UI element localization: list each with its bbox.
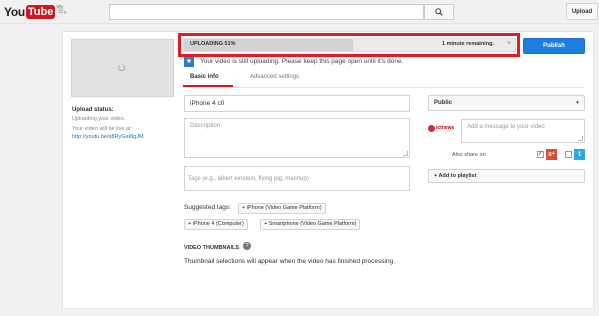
thumbnails-heading: VIDEO THUMBNAILS [184,245,239,251]
google-plus-icon: g+ [546,149,557,160]
publish-button[interactable]: Publish [523,38,585,54]
also-share-label: Also share on [452,152,486,158]
tabs-divider [183,87,585,88]
resize-grip-icon[interactable] [403,151,408,156]
star-info-icon: ★ [184,57,194,67]
share-twitter-checkbox[interactable] [565,151,572,158]
title-value: iPhone 4 c0 [190,100,225,107]
chevron-down-icon: ▼ [575,100,580,106]
tags-placeholder: Tags (e.g., albert einstein, flying pig,… [188,176,309,182]
video-link[interactable]: http://youtu.be/q8RyGat8gJM [72,134,144,140]
youtube-logo[interactable]: You Tube VN [4,3,63,20]
tab-basic-info[interactable]: Basic info [190,74,219,80]
suggested-tag[interactable]: + iPhone (Video Game Platform) [238,203,326,214]
live-at-label: Your video will be live at: [72,126,133,132]
share-message-placeholder: Add a message to your video [467,124,545,130]
avatar-text: ictnews [436,125,455,131]
share-gplus-checkbox[interactable]: ✓ [537,151,544,158]
add-to-playlist-button[interactable]: + Add to playlist [428,169,585,183]
help-icon[interactable]: ? [243,242,251,250]
tab-advanced-settings[interactable]: Advanced settings [250,74,299,80]
thumbnails-message: Thumbnail selections will appear when th… [184,258,396,265]
suggested-tag[interactable]: + Smartphone (Video Game Platform) [260,219,361,230]
logo-you: You [4,4,25,19]
search-input[interactable] [109,4,424,20]
channel-avatar: ictnews [428,121,456,135]
resize-grip-icon[interactable] [578,136,583,141]
loading-spinner-icon [118,64,125,71]
privacy-value: Public [434,100,453,106]
search-button[interactable] [424,4,454,20]
logo-tube: Tube [25,4,56,19]
guide-menu-icon[interactable]: ≡▾ [58,6,70,18]
upload-button[interactable]: Upload [566,3,598,20]
twitter-icon: t [574,149,585,160]
upload-status-value: Uploading your video. [72,116,126,122]
suggested-tags-label: Suggested tags: [184,204,231,211]
search-icon [435,8,443,16]
upload-notice: Your video is still uploading. Please ke… [200,58,404,65]
description-placeholder: Description [190,123,221,129]
highlight-frame [178,33,520,57]
upload-status-label: Upload status: [72,107,114,113]
avatar-logo-icon [428,124,435,132]
share-message-field[interactable] [461,119,585,143]
suggested-tag[interactable]: + iPhone 4 (Computer) [184,219,248,230]
